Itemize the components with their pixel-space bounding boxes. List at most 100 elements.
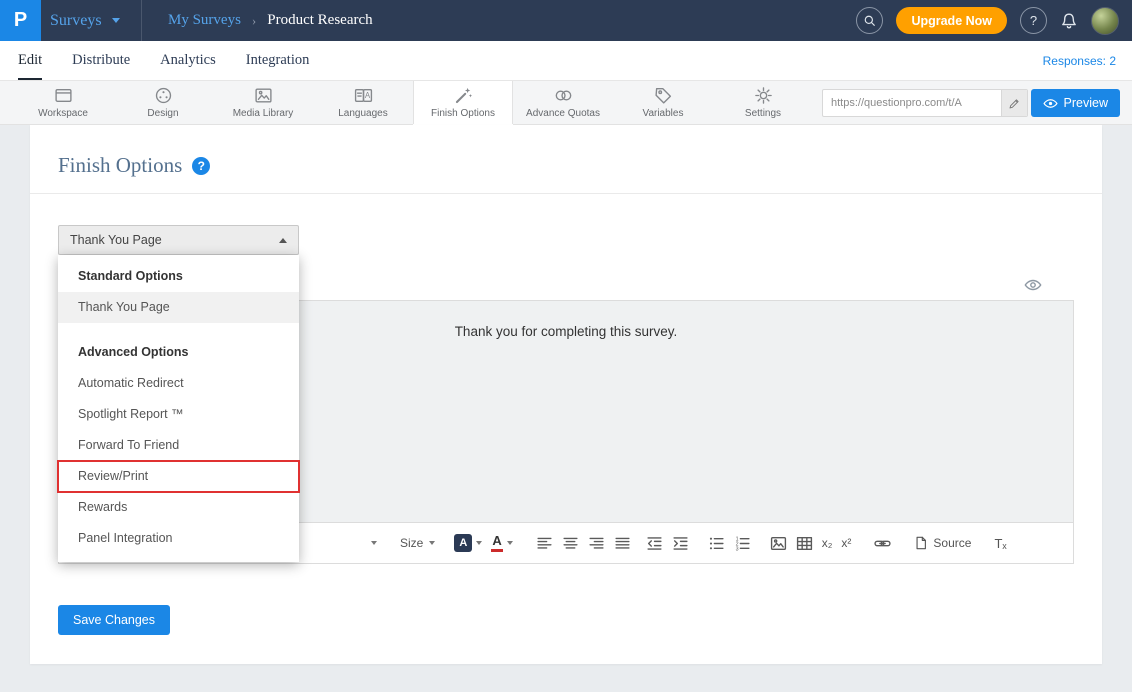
- menu-item-automatic-redirect[interactable]: Automatic Redirect: [58, 368, 299, 399]
- title-divider: [30, 193, 1102, 194]
- thank-you-text: Thank you for completing this survey.: [455, 324, 678, 339]
- align-justify-icon: [614, 535, 631, 552]
- menu-item-forward-to-friend[interactable]: Forward To Friend: [58, 430, 299, 461]
- finish-options-wand-icon: [454, 86, 473, 105]
- design-icon: [154, 86, 173, 105]
- workspace-icon: [54, 86, 73, 105]
- ribbon-item-settings[interactable]: Settings: [713, 81, 813, 124]
- source-button[interactable]: Source: [914, 536, 971, 550]
- menu-item-panel-integration[interactable]: Panel Integration: [58, 523, 299, 554]
- breadcrumb-separator: ›: [252, 13, 256, 29]
- breadcrumb: My Surveys › Product Research: [168, 12, 373, 29]
- preview-label: Preview: [1064, 96, 1108, 110]
- top-bar: P Surveys My Surveys › Product Research …: [0, 0, 1132, 41]
- ribbon-item-advance-quotas[interactable]: Advance Quotas: [513, 81, 613, 124]
- align-center-button[interactable]: [562, 531, 579, 555]
- editor-visibility-toggle[interactable]: [1024, 276, 1042, 294]
- product-switcher[interactable]: P Surveys: [0, 0, 142, 41]
- bullet-list-icon: [708, 535, 725, 552]
- chevron-down-icon: [429, 541, 435, 545]
- text-color-button[interactable]: A: [491, 534, 512, 552]
- variables-tag-icon: [654, 86, 673, 105]
- app-screen: P Surveys My Surveys › Product Research …: [0, 0, 1132, 692]
- increase-indent-button[interactable]: [672, 531, 689, 555]
- ribbon-item-media-library[interactable]: Media Library: [213, 81, 313, 124]
- insert-table-button[interactable]: [796, 531, 813, 555]
- survey-url-input[interactable]: [823, 97, 1001, 109]
- eye-icon: [1043, 96, 1058, 111]
- menu-item-rewards[interactable]: Rewards: [58, 492, 299, 523]
- title-help-icon[interactable]: ?: [192, 157, 210, 175]
- background-color-button[interactable]: A: [454, 534, 482, 552]
- remove-format-button[interactable]: Tₓ: [994, 536, 1006, 551]
- breadcrumb-my-surveys[interactable]: My Surveys: [168, 12, 241, 29]
- languages-icon: A: [354, 86, 373, 105]
- menu-item-review-print[interactable]: Review/Print: [58, 461, 299, 492]
- menu-item-thank-you-page[interactable]: Thank You Page: [58, 292, 299, 323]
- menu-group-spacer: [58, 323, 299, 337]
- ribbon-item-workspace[interactable]: Workspace: [13, 81, 113, 124]
- pencil-icon: [1008, 97, 1021, 110]
- image-icon: [770, 535, 787, 552]
- ribbon-item-variables[interactable]: Variables: [613, 81, 713, 124]
- font-size-dropdown[interactable]: Size: [400, 536, 435, 550]
- align-right-button[interactable]: [588, 531, 605, 555]
- align-justify-button[interactable]: [614, 531, 631, 555]
- finish-option-menu: Standard Options Thank You Page Advanced…: [58, 255, 299, 562]
- search-icon: [863, 14, 877, 28]
- align-center-icon: [562, 535, 579, 552]
- preview-button[interactable]: Preview: [1031, 89, 1120, 117]
- hidden-dropdown-caret-icon[interactable]: [371, 541, 377, 545]
- ribbon-item-design[interactable]: Design: [113, 81, 213, 124]
- menu-item-spotlight-report[interactable]: Spotlight Report ™: [58, 399, 299, 430]
- edit-url-button[interactable]: [1001, 90, 1027, 116]
- save-changes-button[interactable]: Save Changes: [58, 605, 170, 635]
- numbered-list-button[interactable]: 1 2 3: [734, 531, 751, 555]
- help-button[interactable]: ?: [1020, 7, 1047, 34]
- responses-count[interactable]: Responses: 2: [1043, 41, 1116, 80]
- breadcrumb-current-survey: Product Research: [267, 12, 372, 29]
- ribbon-item-finish-options[interactable]: Finish Options: [413, 81, 513, 124]
- numbered-list-icon: 1 2 3: [734, 535, 751, 552]
- subscript-button[interactable]: x₂: [822, 536, 833, 550]
- source-document-icon: [914, 536, 928, 550]
- insert-image-button[interactable]: [770, 531, 787, 555]
- superscript-button[interactable]: x²: [841, 536, 851, 550]
- product-label[interactable]: Surveys: [50, 12, 102, 30]
- upgrade-now-button[interactable]: Upgrade Now: [896, 7, 1007, 34]
- ribbon-item-languages[interactable]: A Languages: [313, 81, 413, 124]
- questionpro-logo[interactable]: P: [0, 0, 41, 41]
- menu-group-advanced-options: Advanced Options: [58, 337, 299, 368]
- tab-analytics[interactable]: Analytics: [160, 41, 216, 80]
- tab-edit[interactable]: Edit: [18, 41, 42, 80]
- finish-option-select[interactable]: Thank You Page: [58, 225, 299, 255]
- bell-icon: [1060, 12, 1078, 30]
- decrease-indent-button[interactable]: [646, 531, 663, 555]
- chevron-down-icon: [507, 541, 513, 545]
- finish-options-card: Finish Options ? Thank you for completin…: [30, 125, 1102, 664]
- advance-quotas-icon: [554, 86, 573, 105]
- link-icon: [874, 535, 891, 552]
- bullet-list-button[interactable]: [708, 531, 725, 555]
- align-left-button[interactable]: [536, 531, 553, 555]
- finish-option-selected-value: Thank You Page: [70, 233, 162, 247]
- svg-text:A: A: [364, 91, 370, 100]
- user-avatar[interactable]: [1091, 7, 1119, 35]
- tab-distribute[interactable]: Distribute: [72, 41, 130, 80]
- edit-ribbon: Workspace Design Media Library: [0, 81, 1132, 125]
- notifications-button[interactable]: [1060, 12, 1078, 30]
- chevron-down-icon: [112, 18, 120, 23]
- topbar-actions: Upgrade Now ?: [856, 7, 1132, 35]
- chevron-up-icon: [279, 238, 287, 243]
- outdent-icon: [646, 535, 663, 552]
- align-right-icon: [588, 535, 605, 552]
- tab-integration[interactable]: Integration: [246, 41, 310, 80]
- menu-group-standard-options: Standard Options: [58, 261, 299, 292]
- chevron-down-icon: [476, 541, 482, 545]
- search-button[interactable]: [856, 7, 883, 34]
- eye-icon: [1024, 276, 1042, 294]
- insert-link-button[interactable]: [874, 531, 891, 555]
- background-color-icon: A: [454, 534, 472, 552]
- align-left-icon: [536, 535, 553, 552]
- media-library-icon: [254, 86, 273, 105]
